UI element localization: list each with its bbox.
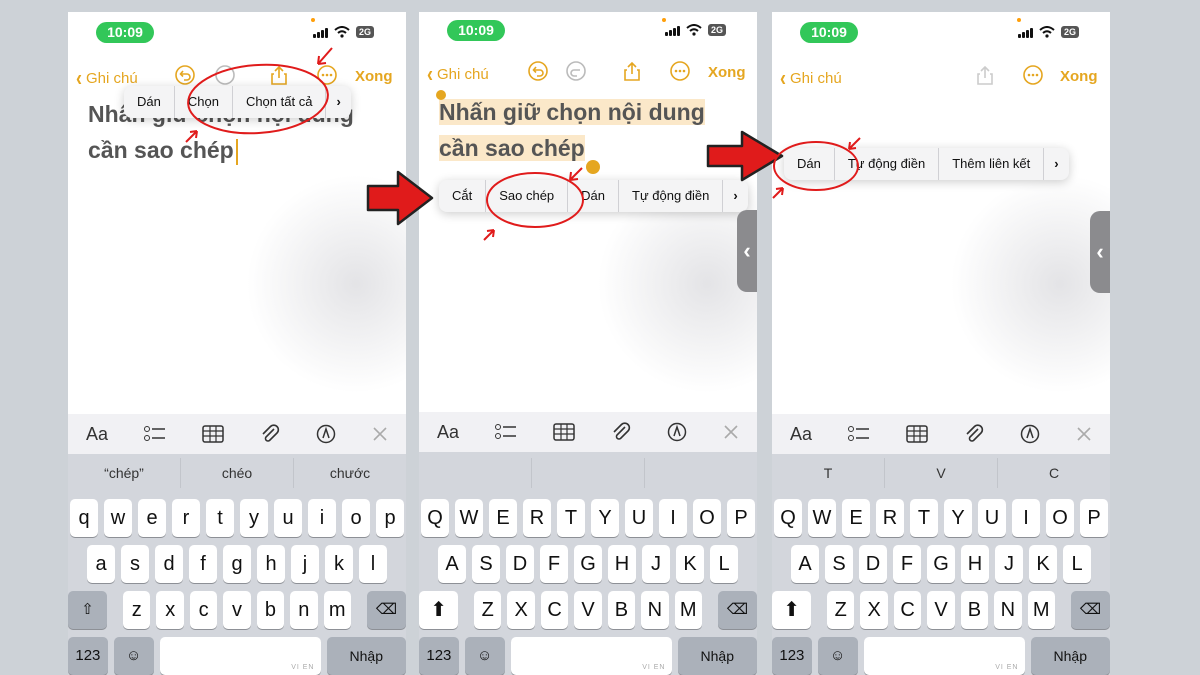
- annotation-overlay: [185, 47, 861, 241]
- annotation-circle: [773, 141, 859, 191]
- annotation-circle: [486, 172, 584, 228]
- annotation-arrow: [483, 229, 495, 241]
- annotation-arrow: [848, 137, 861, 150]
- annotation-arrow: [569, 167, 583, 181]
- annotation-circle: [187, 63, 329, 135]
- annotation-arrow: [317, 47, 333, 65]
- annotation-arrow: [772, 187, 784, 199]
- annotation-arrow: [185, 130, 198, 143]
- big-red-arrow-icon: [706, 130, 784, 182]
- big-red-arrow-icon: [366, 170, 434, 226]
